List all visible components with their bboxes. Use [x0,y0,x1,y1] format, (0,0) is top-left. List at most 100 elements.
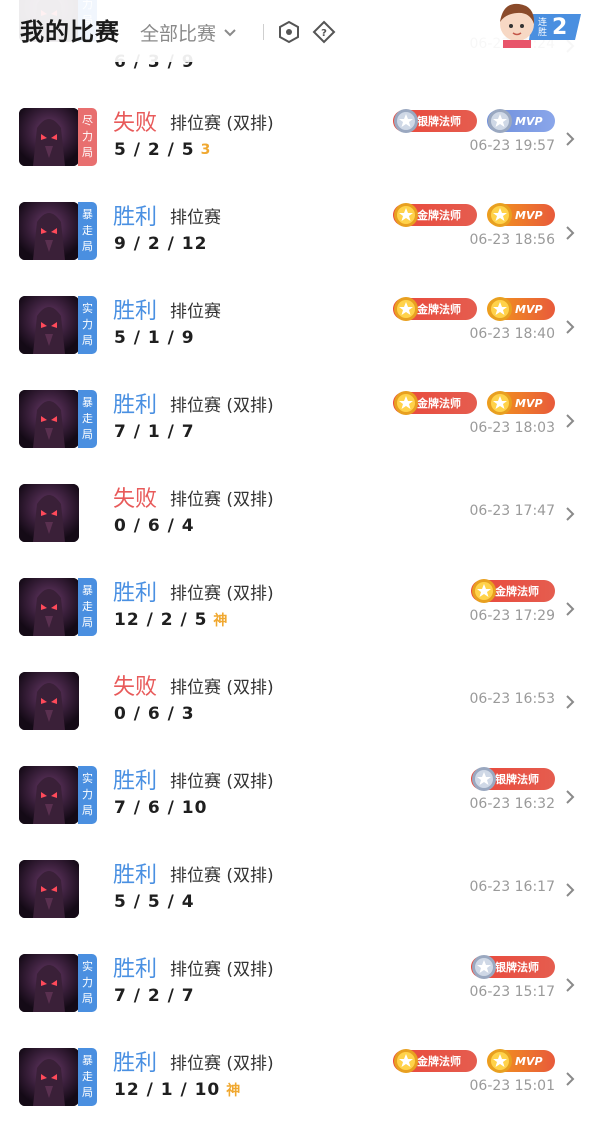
badge-text: 银牌法师 [417,115,461,128]
honor-badges: 银牌法师 [471,955,555,979]
kda-badge: 神 [226,1083,242,1099]
match-time: 06-23 18:56 [469,232,555,248]
gold-mvp-badge: MVP [487,203,555,227]
hero-avatar [19,1048,79,1106]
match-tag-char: 暴 [82,396,93,409]
match-tag-char: 实 [82,960,93,973]
kda-stats: 7 / 2 / 7 [114,986,195,1006]
kda-stats: 5 / 5 / 4 [114,892,195,912]
match-time: 06-23 15:01 [469,1078,555,1094]
silver-mage-badge: 银牌法师 [471,767,555,791]
badge-text: 金牌法师 [417,209,461,222]
chevron-right-icon [566,507,575,521]
match-mode: 排位赛 (双排) [170,960,274,980]
badge-text: MVP [515,208,543,222]
match-tag-char: 力 [82,976,93,989]
match-tag-char: 局 [82,334,93,347]
badge-text: MVP [515,302,543,316]
chevron-right-icon [566,602,575,616]
match-mode: 排位赛 (双排) [170,772,274,792]
hero-avatar [19,108,79,166]
match-row[interactable]: 暴走局胜利 排位赛 9 / 2 / 12 金牌法师 MVP 06-23 18:56 [0,202,601,296]
match-time: 06-23 17:47 [469,503,555,519]
match-row[interactable]: 暴走局胜利 排位赛 (双排) 12 / 1 / 10 神金牌法师 MVP 06-23 15… [0,1048,601,1126]
match-row[interactable]: 失败 排位赛 (双排) 0 / 6 / 4 06-23 17:47 [0,484,601,578]
chevron-right-icon [566,790,575,804]
match-row[interactable]: 实力局胜利 排位赛 5 / 1 / 9 金牌法师 MVP 06-23 18:40 [0,296,601,390]
match-result: 胜利 [113,1051,158,1076]
match-tag-char: 局 [82,1086,93,1099]
kda-stats: 12 / 2 / 5 神 [114,610,228,630]
match-result: 失败 [113,111,158,136]
match-result: 失败 [113,675,158,700]
match-row[interactable]: 实力局胜利 排位赛 (双排) 7 / 6 / 10 银牌法师 06-23 16:32 [0,766,601,860]
match-time: 06-23 17:29 [469,608,555,624]
badge-text: MVP [515,1054,543,1068]
badge-text: 金牌法师 [417,1055,461,1068]
match-tag-char: 力 [82,788,93,801]
badge-text: 金牌法师 [417,303,461,316]
silver-mage-badge: 银牌法师 [471,955,555,979]
match-result: 胜利 [113,205,158,230]
match-row[interactable]: 实力局胜利 排位赛 (双排) 7 / 2 / 7 银牌法师 06-23 15:17 [0,954,601,1048]
match-row[interactable]: 尽力局失败 排位赛 (双排) 5 / 2 / 5 3 银牌法师 MVP 06-23 19:5… [0,108,601,202]
gold-mage-badge: 金牌法师 [393,203,477,227]
match-row[interactable]: 暴走局胜利 排位赛 (双排) 7 / 1 / 7 金牌法师 MVP 06-23 18:03 [0,390,601,484]
gold-mage-badge: 金牌法师 [393,297,477,321]
kda-value: 7 / 2 / 7 [114,986,195,1006]
match-tag: 实力局 [78,954,97,1012]
match-time: 06-23 16:32 [469,796,555,812]
streak-label: 连胜 [538,18,548,38]
match-mode: 排位赛 (双排) [170,396,274,416]
hero-avatar [19,484,79,542]
chevron-right-icon [566,414,575,428]
match-tag: 暴走局 [78,390,97,448]
hero-avatar [19,954,79,1012]
match-time: 06-23 16:53 [469,691,555,707]
match-tag: 实力局 [78,766,97,824]
match-tag: 尽力局 [78,108,97,166]
match-result: 胜利 [113,581,158,606]
honor-badges: 金牌法师 MVP [393,1049,555,1073]
hexagon-settings-icon[interactable] [277,20,301,44]
kda-badge: 3 [200,142,212,158]
diamond-help-icon[interactable]: ? [312,20,336,44]
match-tag-char: 走 [82,412,93,425]
hero-avatar [19,578,79,636]
match-tag: 暴走局 [78,202,97,260]
match-time: 06-23 18:03 [469,420,555,436]
kda-stats: 5 / 1 / 9 [114,328,195,348]
badge-text: MVP [515,396,543,410]
filter-label: 全部比赛 [140,23,217,45]
match-row[interactable]: 胜利 排位赛 (双排) 5 / 5 / 4 06-23 16:17 [0,860,601,954]
chevron-right-icon [566,695,575,709]
match-row[interactable]: 失败 排位赛 (双排) 0 / 6 / 3 06-23 16:53 [0,672,601,766]
match-filter-dropdown[interactable]: 全部比赛 [140,19,238,46]
kda-stats: 0 / 6 / 3 [114,704,195,724]
match-mode: 排位赛 (双排) [170,1054,274,1074]
match-tag-char: 局 [82,428,93,441]
page-title: 我的比赛 [20,18,120,46]
silver-mage-badge: 银牌法师 [393,109,477,133]
match-tag-char: 局 [82,146,93,159]
match-time: 06-23 16:17 [469,879,555,895]
honor-badges: 银牌法师 MVP [393,109,555,133]
match-result: 胜利 [113,957,158,982]
match-row[interactable]: 暴走局胜利 排位赛 (双排) 12 / 2 / 5 神金牌法师 06-23 17:29 [0,578,601,672]
win-streak-badge[interactable]: 连胜 2 [495,0,585,48]
match-tag-char: 局 [82,240,93,253]
header-divider [263,24,264,40]
match-result: 胜利 [113,393,158,418]
kda-value: 9 / 2 / 12 [114,234,208,254]
match-mode: 排位赛 (双排) [170,114,274,134]
match-mode: 排位赛 [170,208,221,228]
kda-value: 0 / 6 / 4 [114,516,195,536]
hero-avatar [19,296,79,354]
kda-value: 12 / 1 / 10 [114,1080,221,1100]
chevron-right-icon [566,978,575,992]
kda-stats: 5 / 2 / 5 3 [114,140,211,160]
kda-value: 7 / 6 / 10 [114,798,208,818]
match-tag-char: 暴 [82,208,93,221]
honor-badges: 金牌法师 MVP [393,203,555,227]
chevron-right-icon [566,226,575,240]
